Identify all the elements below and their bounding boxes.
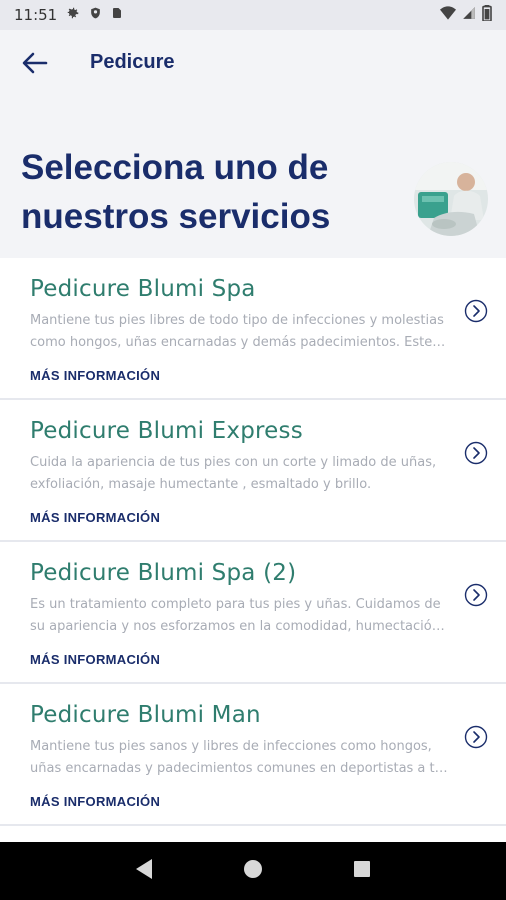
settings-icon — [66, 6, 80, 24]
service-title: Pedicure Blumi Spa — [30, 276, 256, 302]
more-info-link[interactable]: MÁS INFORMACIÓN — [30, 368, 160, 383]
nav-recents-button[interactable] — [347, 856, 377, 886]
more-info-link[interactable]: MÁS INFORMACIÓN — [30, 652, 160, 667]
page-title: Pedicure — [90, 51, 175, 73]
service-card-blumi-man[interactable]: Pedicure Blumi Man Mantiene tus pies san… — [0, 684, 506, 826]
description-line: Cuida la apariencia de tus pies con un c… — [30, 455, 437, 470]
sd-card-icon — [111, 6, 123, 24]
nav-back-button[interactable] — [129, 856, 159, 886]
nav-home-button[interactable] — [238, 856, 268, 886]
more-info-link[interactable]: MÁS INFORMACIÓN — [30, 510, 160, 525]
shield-icon — [89, 6, 102, 24]
status-bar: 11:51 — [0, 0, 506, 30]
description-line: Mantiene tus pies libres de todo tipo de… — [30, 313, 444, 328]
chevron-right-circle-icon[interactable] — [464, 583, 488, 607]
system-nav-bar — [0, 842, 506, 900]
recents-square-icon — [353, 860, 371, 883]
chevron-right-circle-icon[interactable] — [464, 441, 488, 465]
description-line: Es un tratamiento completo para tus pies… — [30, 597, 441, 612]
chevron-right-circle-icon[interactable] — [464, 299, 488, 323]
description-line: uñas encarnadas y padecimientos comunes … — [30, 761, 448, 776]
description-line: su apariencia y nos esforzamos en la com… — [30, 619, 448, 634]
wifi-icon — [440, 6, 456, 24]
service-title: Pedicure Blumi Express — [30, 418, 303, 444]
service-description: Mantiene tus pies libres de todo tipo de… — [30, 310, 448, 354]
description-line: como hongos, uñas encarnadas y demás pad… — [30, 335, 448, 350]
service-description: Es un tratamiento completo para tus pies… — [30, 594, 448, 638]
avatar — [414, 162, 488, 236]
status-time: 11:51 — [14, 6, 58, 24]
service-title: Pedicure Blumi Spa (2) — [30, 560, 297, 586]
service-description: Mantiene tus pies sanos y libres de infe… — [30, 736, 448, 780]
description-line: exfoliación, masaje humectante , esmalta… — [30, 477, 372, 492]
more-info-link[interactable]: MÁS INFORMACIÓN — [30, 794, 160, 809]
signal-icon — [462, 6, 476, 24]
status-left: 11:51 — [14, 6, 123, 24]
service-list: Pedicure Blumi Spa Mantiene tus pies lib… — [0, 258, 506, 826]
header-area: Pedicure Selecciona uno de nuestros serv… — [0, 30, 506, 258]
chevron-right-circle-icon[interactable] — [464, 725, 488, 749]
service-card-blumi-spa-2[interactable]: Pedicure Blumi Spa (2) Es un tratamiento… — [0, 542, 506, 684]
back-triangle-icon — [134, 858, 154, 885]
service-card-blumi-express[interactable]: Pedicure Blumi Express Cuida la aparienc… — [0, 400, 506, 542]
arrow-left-icon — [22, 52, 48, 79]
description-line: Mantiene tus pies sanos y libres de infe… — [30, 739, 432, 754]
home-circle-icon — [243, 859, 263, 884]
service-card-blumi-spa[interactable]: Pedicure Blumi Spa Mantiene tus pies lib… — [0, 258, 506, 400]
service-description: Cuida la apariencia de tus pies con un c… — [30, 452, 448, 496]
section-heading: Selecciona uno de nuestros servicios — [21, 148, 331, 236]
service-title: Pedicure Blumi Man — [30, 702, 261, 728]
status-right — [440, 5, 492, 25]
battery-icon — [482, 5, 492, 25]
back-button[interactable] — [20, 50, 50, 80]
